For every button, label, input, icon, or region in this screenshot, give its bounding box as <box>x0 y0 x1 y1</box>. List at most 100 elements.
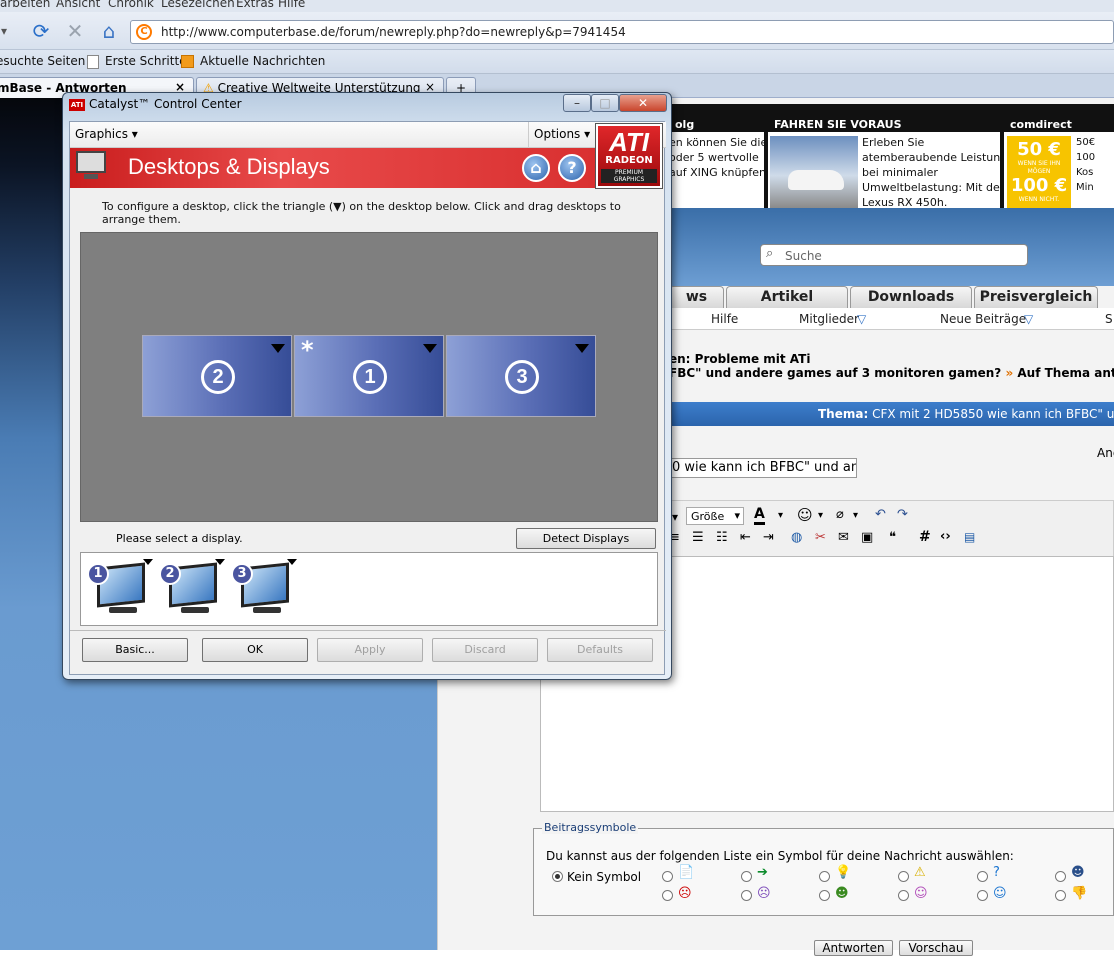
display-menu-triangle-icon[interactable] <box>143 559 153 565</box>
help-icon[interactable]: ? <box>558 154 586 182</box>
php-icon[interactable]: ▤ <box>964 530 975 544</box>
reply-button[interactable]: Antworten <box>814 940 893 956</box>
chevron-down-icon[interactable]: ▾ <box>778 510 783 521</box>
url-bar[interactable]: C http://www.computerbase.de/forum/newre… <box>130 20 1114 44</box>
chevron-down-icon[interactable]: ▽ <box>857 312 866 326</box>
reload-icon[interactable]: ⟳ <box>27 17 55 45</box>
menu-lesezeichen[interactable]: Lesezeichen <box>161 0 235 10</box>
radio-icon[interactable] <box>898 871 909 882</box>
title-input[interactable]: 0 wie kann ich BFBC" und and <box>669 458 857 478</box>
radio-icon[interactable] <box>977 871 988 882</box>
font-size-select[interactable]: Größe ▾ <box>686 507 744 525</box>
desktop-2[interactable]: 2 <box>142 335 292 417</box>
unlink-icon[interactable]: ✂ <box>815 530 826 545</box>
outdent-icon[interactable]: ⇤ <box>740 530 751 545</box>
display-list: 1 2 3 <box>80 552 658 626</box>
display-2[interactable]: 2 <box>159 559 225 621</box>
ok-button[interactable]: OK <box>202 638 308 662</box>
menu-bearbeiten[interactable]: arbeiten <box>0 0 50 10</box>
smiley-icon[interactable]: ☺ <box>797 506 813 524</box>
bookmark-meistbesuchte[interactable]: esuchte Seiten <box>0 54 85 68</box>
browser-menubar: arbeiten Ansicht Chronik Lesezeichen Ext… <box>0 0 1114 12</box>
attachment-icon[interactable]: ⌀ <box>836 507 844 522</box>
stop-icon[interactable]: ✕ <box>61 17 89 45</box>
subnav-hilfe[interactable]: Hilfe <box>711 312 738 326</box>
breadcrumb-forum[interactable]: en: Probleme mit ATi <box>669 352 810 366</box>
ad-xing[interactable]: olg en können Sie die oder 5 wertvolle a… <box>669 118 764 208</box>
menu-options[interactable]: Options ▾ <box>534 127 590 141</box>
radio-no-icon[interactable] <box>552 871 563 882</box>
nav-tab-downloads[interactable]: Downloads <box>850 286 972 308</box>
back-dropdown-icon[interactable]: ▾ <box>0 17 18 45</box>
menu-extras[interactable]: Extras <box>236 0 274 10</box>
menu-ansicht[interactable]: Ansicht <box>56 0 100 10</box>
maximize-button[interactable]: □ <box>591 94 619 112</box>
display-menu-triangle-icon[interactable] <box>287 559 297 565</box>
menu-chronik[interactable]: Chronik <box>108 0 154 10</box>
ordered-list-icon[interactable]: ☰ <box>692 530 704 545</box>
apply-button[interactable]: Apply <box>317 638 423 662</box>
desktop-arrangement-area[interactable]: 2 * 1 3 <box>80 232 658 522</box>
home-icon[interactable]: ⌂ <box>95 17 123 45</box>
nav-tab-preisvergleich[interactable]: Preisvergleich <box>974 286 1098 308</box>
chevron-down-icon[interactable]: ▾ <box>853 510 858 521</box>
basic-button[interactable]: Basic... <box>82 638 188 662</box>
home-icon[interactable]: ⌂ <box>522 154 550 182</box>
radio-icon[interactable] <box>741 871 752 882</box>
link-globe-icon[interactable]: ◍ <box>791 530 802 545</box>
ad-strip: olg en können Sie die oder 5 wertvolle a… <box>669 104 1114 208</box>
radio-icon[interactable] <box>662 871 673 882</box>
image-icon[interactable]: ▣ <box>861 530 873 545</box>
desktop-3[interactable]: 3 <box>446 335 596 417</box>
hash-icon[interactable]: # <box>919 529 931 545</box>
display-3[interactable]: 3 <box>231 559 297 621</box>
font-size-label: Größe <box>691 510 725 523</box>
display-menu-triangle-icon[interactable] <box>215 559 225 565</box>
breadcrumb-thread[interactable]: FBC" und andere games auf 3 monitoren ga… <box>669 366 1001 380</box>
desktop-menu-triangle-icon[interactable] <box>575 344 589 353</box>
breadcrumb-current: Auf Thema antwo <box>1017 366 1114 380</box>
close-button[interactable]: ✕ <box>619 94 667 112</box>
bookmark-aktuelle-nachrichten[interactable]: Aktuelle Nachrichten <box>200 54 325 68</box>
menu-hilfe[interactable]: Hilfe <box>278 0 305 10</box>
bookmark-erste-schritte[interactable]: Erste Schritte <box>105 54 187 68</box>
preview-button[interactable]: Vorschau <box>899 940 973 956</box>
menu-graphics[interactable]: Graphics ▾ <box>75 127 138 141</box>
email-icon[interactable]: ✉ <box>838 530 849 545</box>
subnav-neue-beitraege[interactable]: Neue Beiträge <box>940 312 1026 326</box>
radio-icon[interactable] <box>819 871 830 882</box>
breadcrumb: en: Probleme mit ATi FBC" und andere gam… <box>669 350 1114 386</box>
radio-icon[interactable] <box>1055 871 1066 882</box>
font-color-icon[interactable]: A <box>754 506 765 525</box>
detect-displays-button[interactable]: Detect Displays <box>516 528 656 549</box>
radio-icon[interactable] <box>977 890 988 901</box>
code-icon[interactable]: ‹› <box>940 529 951 544</box>
radio-icon[interactable] <box>741 890 752 901</box>
quote-icon[interactable]: ❝ <box>889 530 896 545</box>
ad-lexus[interactable]: FAHREN SIE VORAUS Erleben Sie atemberaub… <box>768 118 1000 208</box>
radio-icon[interactable] <box>662 890 673 901</box>
redo-icon[interactable]: ↷ <box>897 507 908 522</box>
chevron-down-icon[interactable]: ▽ <box>1024 312 1033 326</box>
ad-comdirect[interactable]: comdirect Giroko 50 € WENN SIE IHN MÖGEN… <box>1004 118 1114 208</box>
radio-icon[interactable] <box>898 890 909 901</box>
discard-button[interactable]: Discard <box>432 638 538 662</box>
chevron-down-icon[interactable]: ▾ <box>818 510 823 521</box>
desktop-1[interactable]: * 1 <box>294 335 444 417</box>
search-input[interactable]: ⌕ Suche <box>760 244 1028 266</box>
subnav-mitglieder[interactable]: Mitglieder <box>799 312 859 326</box>
desktop-menu-triangle-icon[interactable] <box>271 344 285 353</box>
unordered-list-icon[interactable]: ☷ <box>716 530 728 545</box>
minimize-button[interactable]: – <box>563 94 591 112</box>
display-1[interactable]: 1 <box>87 559 153 621</box>
undo-icon[interactable]: ↶ <box>875 507 886 522</box>
nav-tab-news[interactable]: ws <box>669 286 724 308</box>
nav-tab-artikel[interactable]: Artikel <box>726 286 848 308</box>
desktop-menu-triangle-icon[interactable] <box>423 344 437 353</box>
radio-icon[interactable] <box>819 890 830 901</box>
defaults-button[interactable]: Defaults <box>547 638 653 662</box>
subnav-more[interactable]: S <box>1105 312 1113 326</box>
radio-icon[interactable] <box>1055 890 1066 901</box>
dropdown-arrow-icon[interactable]: ▾ <box>672 510 678 524</box>
indent-icon[interactable]: ⇥ <box>763 530 774 545</box>
